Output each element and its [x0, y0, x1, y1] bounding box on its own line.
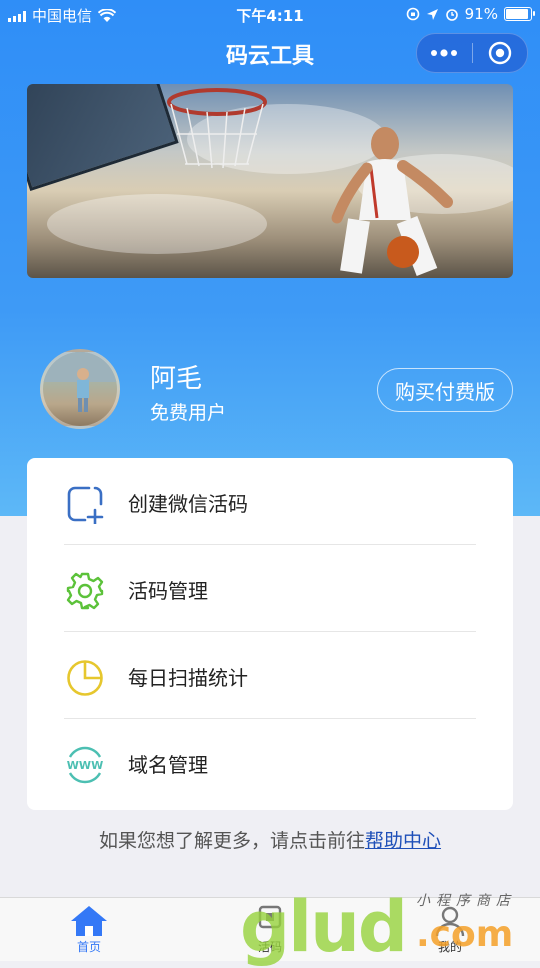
tab-label: 我的 — [437, 940, 462, 954]
menu-item-label: 创建微信活码 — [128, 492, 248, 516]
menu-item-create-qrcode[interactable]: 创建微信活码 — [27, 458, 513, 545]
basketball-net-icon — [167, 88, 267, 169]
help-center-link[interactable]: 帮助中心 — [365, 830, 441, 852]
menu-item-qrcode-management[interactable]: 活码管理 — [27, 545, 513, 632]
menu-item-domain-management[interactable]: WWW 域名管理 — [27, 719, 513, 806]
menu-item-label: 活码管理 — [128, 579, 208, 603]
more-button[interactable] — [417, 34, 472, 72]
user-plan-label: 免费用户 — [150, 402, 227, 424]
buy-premium-button[interactable]: 购买付费版 — [377, 368, 513, 412]
miniprogram-capsule — [416, 33, 528, 73]
tab-label: 活码 — [257, 940, 282, 954]
user-icon — [435, 906, 465, 937]
basketball-player-figure — [331, 127, 453, 276]
location-icon — [426, 8, 438, 20]
banner-image[interactable] — [27, 84, 513, 278]
battery-percent: 91% — [464, 5, 498, 23]
svg-text:WWW: WWW — [67, 759, 103, 772]
menu-item-label: 域名管理 — [128, 753, 208, 777]
add-square-icon — [67, 486, 104, 524]
status-bar: 中国电信 下午4:11 91% — [0, 0, 540, 30]
alarm-icon — [445, 9, 458, 21]
home-icon — [71, 906, 107, 936]
help-prefix: 如果您想了解更多，请点击前往 — [98, 830, 365, 852]
rotation-lock-icon — [406, 7, 419, 21]
close-button[interactable] — [473, 34, 528, 72]
help-text: 如果您想了解更多，请点击前往帮助中心 — [0, 826, 540, 853]
gear-icon — [66, 572, 104, 610]
menu-item-label: 每日扫描统计 — [128, 666, 248, 690]
avatar-photo — [43, 352, 117, 412]
menu-card: 创建微信活码 活码管理 每日扫描统计 WWW 域名管理 — [27, 458, 513, 810]
qrcode-icon — [258, 905, 282, 929]
tab-home[interactable]: 首页 — [44, 904, 134, 955]
tab-qrcode[interactable]: 活码 — [225, 904, 315, 955]
battery-icon — [504, 7, 535, 21]
backboard-shape — [27, 84, 179, 192]
menu-item-daily-stats[interactable]: 每日扫描统计 — [27, 632, 513, 719]
tab-label: 首页 — [76, 940, 101, 954]
tab-mine[interactable]: 我的 — [405, 904, 495, 955]
basketball-hoop-icon — [167, 170, 277, 260]
target-circle-icon — [488, 41, 511, 65]
more-dots-icon — [431, 49, 458, 57]
avatar[interactable] — [40, 349, 120, 429]
pie-chart-icon — [67, 660, 103, 696]
user-name: 阿毛 — [150, 364, 203, 394]
www-icon: WWW — [67, 746, 103, 784]
nav-bar: 码云工具 — [0, 30, 540, 76]
tab-bar: 首页 活码 我的 — [0, 897, 540, 961]
